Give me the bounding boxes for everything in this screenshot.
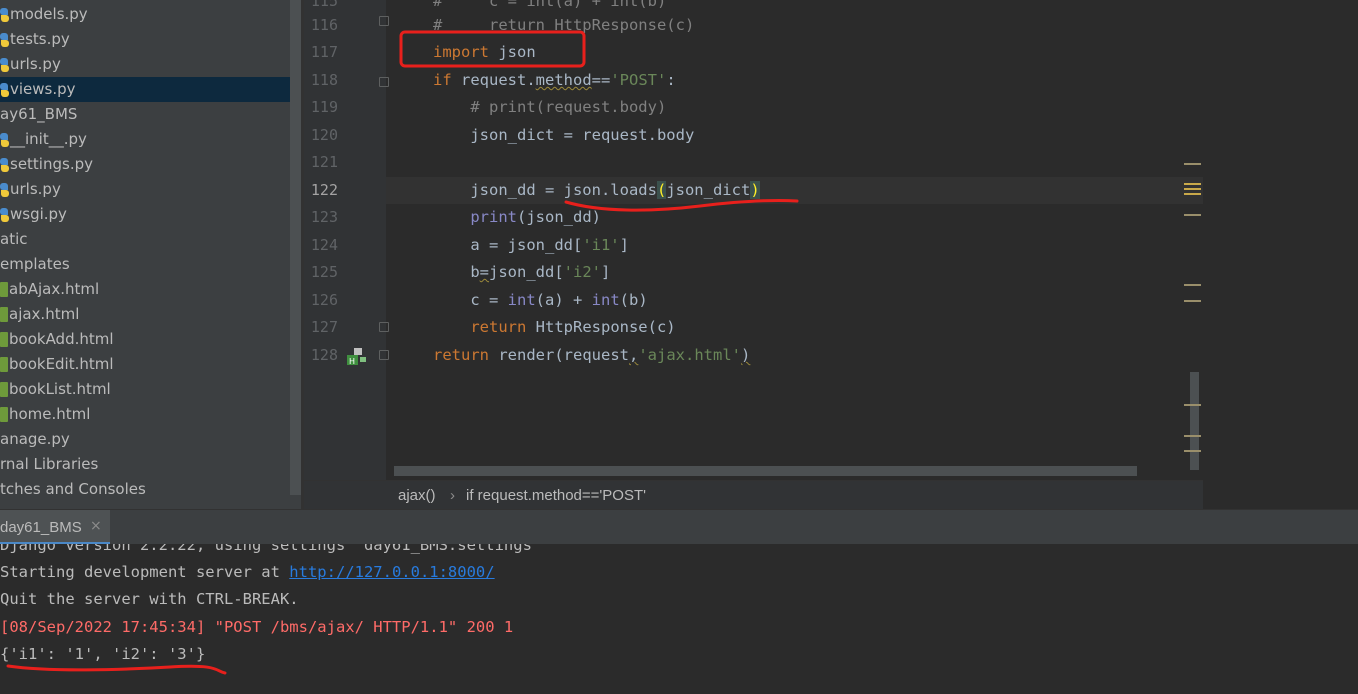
- code-line-126: c = int(a) + int(b): [433, 291, 648, 309]
- svg-text:H: H: [349, 357, 355, 366]
- breadcrumb: ajax() › if request.method=='POST': [304, 480, 1203, 510]
- line-number: 119: [310, 98, 338, 116]
- warning-stripe[interactable]: [1184, 188, 1201, 190]
- warning-stripe[interactable]: [1184, 284, 1201, 286]
- warning-stripe[interactable]: [1184, 193, 1201, 195]
- line-number: 121: [310, 153, 338, 171]
- fold-marker-icon[interactable]: [379, 350, 389, 360]
- editor-vertical-scrollbar[interactable]: [1190, 372, 1199, 470]
- warning-stripe[interactable]: [1184, 183, 1201, 185]
- line-number: 123: [310, 208, 338, 226]
- code-line-128: return render(request,'ajax.html'): [433, 346, 751, 364]
- tree-item-init-py[interactable]: __init__.py: [0, 127, 301, 152]
- code-line-116: # return HttpResponse(c): [433, 16, 695, 34]
- warning-stripe[interactable]: [1184, 435, 1201, 437]
- tree-item-models-py[interactable]: models.py: [0, 2, 301, 27]
- console-line: Quit the server with CTRL-BREAK.: [0, 590, 299, 608]
- line-number: 120: [310, 126, 338, 144]
- python-file-icon: [0, 132, 9, 147]
- breadcrumb-condition[interactable]: if request.method=='POST': [466, 487, 646, 504]
- fold-marker-icon[interactable]: [379, 16, 389, 26]
- tree-item-scratches-consoles[interactable]: tches and Consoles: [0, 477, 301, 502]
- console-line: Starting development server at http://12…: [0, 563, 495, 581]
- line-number: 124: [310, 236, 338, 254]
- code-line-118: if request.method=='POST':: [433, 71, 676, 89]
- breadcrumb-separator: ›: [450, 487, 455, 504]
- tree-item-external-libraries[interactable]: rnal Libraries: [0, 452, 301, 477]
- tree-item-manage-py[interactable]: anage.py: [0, 427, 301, 452]
- warning-stripe[interactable]: [1184, 300, 1201, 302]
- html-file-icon: [0, 307, 8, 322]
- tree-item-booklist-html[interactable]: bookList.html: [0, 377, 301, 402]
- python-file-icon: [0, 182, 9, 197]
- tree-item-home-html[interactable]: home.html: [0, 402, 301, 427]
- python-file-icon: [0, 207, 9, 222]
- line-number: 116: [310, 16, 338, 34]
- html-file-icon: [0, 357, 8, 372]
- editor-horizontal-scrollbar[interactable]: [394, 466, 1137, 476]
- tree-item-abajax-html[interactable]: abAjax.html: [0, 277, 301, 302]
- code-line-117: import json: [433, 43, 536, 61]
- console-line-output: {'i1': '1', 'i2': '3'}: [0, 645, 206, 663]
- python-file-icon: [0, 157, 9, 172]
- editor-right-area: [1203, 0, 1358, 509]
- tree-item-day61-bms-folder[interactable]: ay61_BMS: [0, 102, 301, 127]
- tree-item-wsgi-py[interactable]: wsgi.py: [0, 202, 301, 227]
- tree-item-urls-py-project[interactable]: urls.py: [0, 177, 301, 202]
- code-line-119: # print(request.body): [470, 98, 667, 116]
- tree-item-templates-folder[interactable]: emplates: [0, 252, 301, 277]
- warning-stripe[interactable]: [1184, 450, 1201, 452]
- tree-item-views-py[interactable]: views.py: [0, 77, 301, 102]
- line-number: 118: [310, 71, 338, 89]
- url-mapping-icon[interactable]: H: [346, 346, 368, 366]
- python-file-icon: [0, 82, 9, 97]
- line-number: 117: [310, 43, 338, 61]
- tree-item-tests-py[interactable]: tests.py: [0, 27, 301, 52]
- line-number: 128: [310, 346, 338, 364]
- html-file-icon: [0, 382, 8, 397]
- run-tool-window-tabs: day61_BMS ×: [0, 509, 1358, 545]
- html-file-icon: [0, 282, 8, 297]
- tree-item-static-folder[interactable]: atic: [0, 227, 301, 252]
- code-line-127: return HttpResponse(c): [470, 318, 676, 336]
- code-line-123: print(json_dd): [470, 208, 601, 226]
- line-number: 125: [310, 263, 338, 281]
- tree-item-settings-py[interactable]: settings.py: [0, 152, 301, 177]
- line-number: 126: [310, 291, 338, 309]
- warning-stripe[interactable]: [1184, 404, 1201, 406]
- code-line-124: a = json_dd['i1']: [433, 236, 629, 254]
- html-file-icon: [0, 407, 8, 422]
- breadcrumb-function[interactable]: ajax(): [398, 487, 436, 504]
- run-console[interactable]: Django version 2.2.22, using settings 'd…: [0, 544, 1358, 694]
- server-url-link[interactable]: http://127.0.0.1:8000/: [289, 563, 494, 581]
- code-line-125: b=json_dd['i2']: [433, 263, 611, 281]
- line-number-current: 122: [310, 181, 338, 199]
- warning-stripe[interactable]: [1184, 214, 1201, 216]
- fold-marker-icon[interactable]: [379, 77, 389, 87]
- tree-item-ajax-html[interactable]: ajax.html: [0, 302, 301, 327]
- console-line: Django version 2.2.22, using settings 'd…: [0, 544, 542, 554]
- console-line-request-log: [08/Sep/2022 17:45:34] "POST /bms/ajax/ …: [0, 618, 514, 636]
- project-tree: models.py tests.py urls.py views.py ay61…: [0, 0, 301, 509]
- editor-gutter: 115 116 117 118 119 120 121 122 123 124 …: [304, 0, 389, 480]
- tree-scrollbar[interactable]: [290, 0, 301, 495]
- code-line-122: json_dd = json.loads(json_dict): [433, 181, 760, 199]
- line-number: 127: [310, 318, 338, 336]
- run-tab-label: day61_BMS: [0, 519, 82, 536]
- tree-item-urls-py[interactable]: urls.py: [0, 52, 301, 77]
- tree-item-bookedit-html[interactable]: bookEdit.html: [0, 352, 301, 377]
- python-file-icon: [0, 57, 9, 72]
- code-editor[interactable]: 115 116 117 118 119 120 121 122 123 124 …: [304, 0, 1203, 480]
- fold-marker-icon[interactable]: [379, 322, 389, 332]
- tree-item-bookadd-html[interactable]: bookAdd.html: [0, 327, 301, 352]
- python-file-icon: [0, 32, 9, 47]
- python-file-icon: [0, 7, 9, 22]
- warning-stripe[interactable]: [1184, 163, 1201, 165]
- close-icon[interactable]: ×: [90, 518, 102, 534]
- html-file-icon: [0, 332, 8, 347]
- run-tab-day61-bms[interactable]: day61_BMS ×: [0, 510, 110, 545]
- code-line-120: json_dict = request.body: [433, 126, 695, 144]
